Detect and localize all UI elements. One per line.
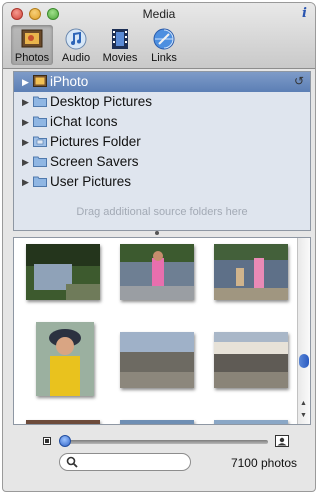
source-item-screen-savers[interactable]: ▶ Screen Savers	[14, 152, 310, 172]
tab-movies[interactable]: Movies	[99, 25, 141, 65]
photo-thumbnail[interactable]	[120, 420, 194, 425]
photo-thumbnail[interactable]	[26, 244, 100, 300]
folder-icon	[33, 176, 47, 187]
source-item-user-pictures[interactable]: ▶ User Pictures	[14, 172, 310, 192]
disclosure-triangle-icon[interactable]: ▶	[22, 132, 29, 152]
photo-count: 7100 photos	[230, 456, 297, 470]
large-photo-size-icon[interactable]	[275, 435, 289, 447]
folder-icon	[33, 156, 47, 167]
disclosure-triangle-icon[interactable]: ▶	[22, 92, 29, 112]
thumbnail-grid: ▲ ▼	[13, 237, 311, 425]
source-list: ▶ iPhoto ↺ ▶ Desktop Pictures ▶ iChat Ic…	[13, 71, 311, 231]
media-browser-window: Media i Photos Audio Movies Links ▶ iPho…	[2, 2, 316, 492]
pictures-folder-icon	[33, 136, 47, 147]
photo-thumbnail[interactable]	[214, 420, 288, 425]
split-view-handle[interactable]	[155, 231, 159, 235]
media-tabs: Photos Audio Movies Links	[11, 25, 187, 67]
source-item-ichat-icons[interactable]: ▶ iChat Icons	[14, 112, 310, 132]
audio-icon	[65, 28, 87, 50]
photo-thumbnail[interactable]	[214, 332, 288, 388]
small-photo-size-icon[interactable]	[43, 437, 51, 445]
source-item-label: Pictures Folder	[50, 134, 141, 149]
iphoto-icon	[33, 75, 47, 87]
thumbnail-size-slider[interactable]	[63, 440, 268, 444]
tab-audio[interactable]: Audio	[55, 25, 97, 65]
info-icon[interactable]: i	[302, 6, 307, 21]
disclosure-triangle-icon[interactable]: ▶	[22, 152, 29, 172]
movies-icon	[112, 29, 128, 49]
disclosure-triangle-icon[interactable]: ▶	[22, 72, 29, 92]
tab-photos-label: Photos	[14, 52, 50, 64]
source-item-label: User Pictures	[50, 174, 132, 189]
source-item-pictures-folder[interactable]: ▶ Pictures Folder	[14, 132, 310, 152]
search-input[interactable]	[80, 455, 188, 471]
disclosure-triangle-icon[interactable]: ▶	[22, 172, 29, 192]
source-item-desktop-pictures[interactable]: ▶ Desktop Pictures	[14, 92, 310, 112]
source-item-label: Desktop Pictures	[50, 94, 153, 109]
links-icon	[153, 28, 175, 50]
tab-links[interactable]: Links	[143, 25, 185, 65]
vertical-scrollbar[interactable]: ▲ ▼	[297, 238, 310, 424]
folder-icon	[33, 96, 47, 107]
tab-links-label: Links	[151, 52, 177, 64]
source-item-label: iChat Icons	[50, 114, 118, 129]
photo-thumbnail[interactable]	[214, 244, 288, 300]
photo-thumbnail[interactable]	[36, 322, 94, 396]
source-item-iphoto[interactable]: ▶ iPhoto	[14, 72, 310, 92]
window-title: Media	[142, 7, 176, 21]
folder-icon	[33, 116, 47, 127]
photo-thumbnail[interactable]	[26, 420, 100, 425]
photos-icon	[21, 29, 43, 48]
scrollbar-thumb[interactable]	[299, 354, 309, 368]
photo-thumbnail[interactable]	[120, 332, 194, 388]
scroll-down-arrow-icon[interactable]: ▼	[300, 412, 307, 419]
source-item-label: iPhoto	[50, 74, 89, 89]
photo-thumbnail[interactable]	[120, 244, 194, 300]
source-item-label: Screen Savers	[50, 154, 139, 169]
disclosure-triangle-icon[interactable]: ▶	[22, 112, 29, 132]
tab-movies-label: Movies	[102, 52, 138, 64]
search-field[interactable]	[59, 453, 191, 471]
search-icon	[66, 456, 78, 468]
tab-photos[interactable]: Photos	[11, 25, 53, 65]
thumbnail-size-slider-knob[interactable]	[59, 435, 71, 447]
scroll-up-arrow-icon[interactable]: ▲	[300, 400, 307, 407]
drag-hint: Drag additional source folders here	[76, 206, 248, 218]
tab-audio-label: Audio	[61, 52, 91, 64]
refresh-icon[interactable]: ↺	[294, 74, 304, 88]
toolbar: Media i Photos Audio Movies Links	[3, 3, 315, 69]
